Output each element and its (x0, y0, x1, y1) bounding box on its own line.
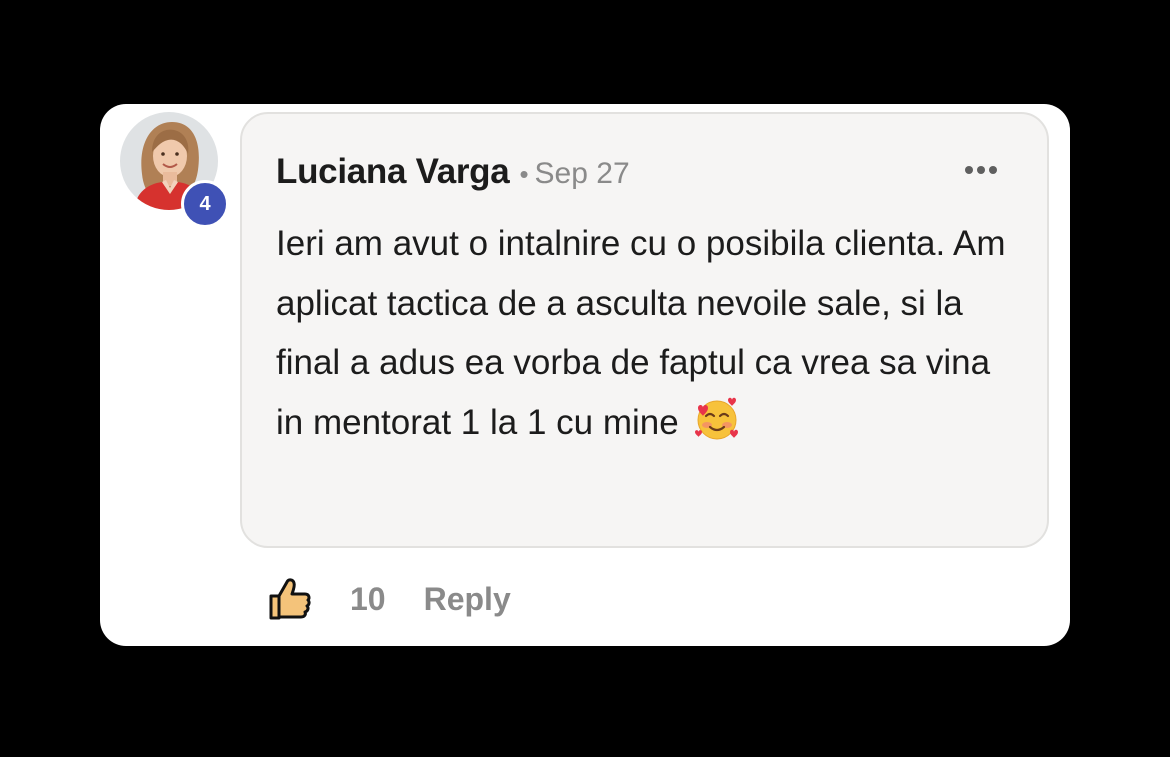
more-dot (977, 166, 985, 174)
comment-actions: 10 Reply (268, 574, 511, 624)
comment-bubble: Luciana Varga • Sep 27 Ieri am avut o in… (240, 112, 1049, 548)
like-count: 10 (350, 580, 386, 617)
comment-text: Ieri am avut o intalnire cu o posibila c… (276, 224, 1006, 442)
thumbs-up-icon[interactable] (268, 576, 312, 622)
comment-date[interactable]: Sep 27 (535, 157, 630, 191)
author-name[interactable]: Luciana Varga (276, 152, 510, 192)
separator-dot: • (519, 159, 529, 189)
more-options-icon[interactable] (965, 166, 997, 174)
avatar-container[interactable]: 4 (120, 112, 229, 228)
reply-button[interactable]: Reply (424, 581, 511, 618)
comment-header: Luciana Varga • Sep 27 (276, 152, 630, 192)
level-badge: 4 (181, 180, 229, 228)
comment-card: 4 Luciana Varga • Sep 27 Ieri am avut o … (100, 104, 1070, 646)
comment-body: Ieri am avut o intalnire cu o posibila c… (276, 214, 1016, 452)
more-dot (965, 166, 973, 174)
smiling-face-with-hearts-icon (695, 397, 739, 439)
more-dot (989, 166, 997, 174)
